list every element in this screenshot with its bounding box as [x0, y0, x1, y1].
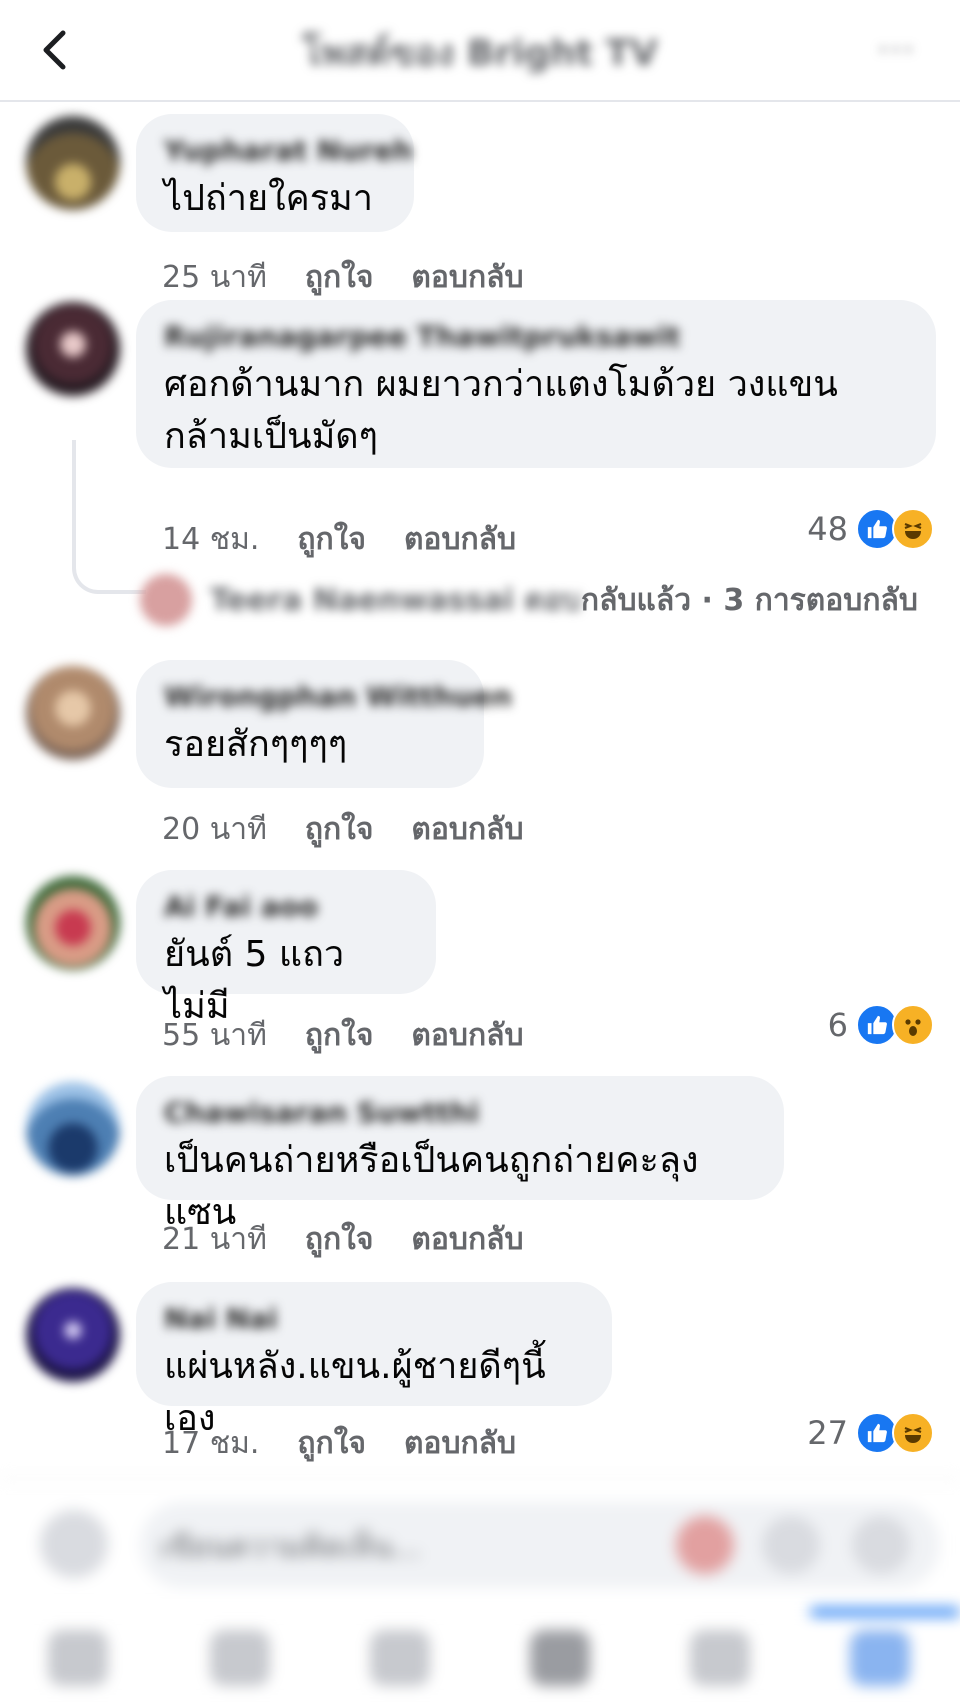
laugh-face-icon [892, 1412, 934, 1454]
reaction-summary[interactable]: 6 [828, 1004, 934, 1046]
reply-button[interactable]: ตอบกลับ [411, 1216, 523, 1263]
laugh-face-icon [892, 508, 934, 550]
marketplace-tab-icon[interactable] [370, 1630, 430, 1686]
reply-button[interactable]: ตอบกลับ [404, 516, 516, 563]
comment-bubble[interactable]: Rujiranagarpee Thawitpruksawit ศอกด้านมา… [136, 300, 936, 468]
reply-avatar [140, 574, 192, 626]
comment-author[interactable]: Rujiranagarpee Thawitpruksawit [164, 320, 908, 353]
reply-author: Teera Naenwassai ตอบ [210, 582, 581, 618]
comment-bubble[interactable]: Nai Nai แผ่นหลัง.แขน.ผู้ชายดีๆนี้เอง [136, 1282, 612, 1439]
comment-time: 17 ชม. [162, 1426, 260, 1461]
comment-bubble[interactable]: Ai Fai aoo ยันต์ 5 แถว ไม่มี [136, 870, 436, 1027]
video-tab-icon[interactable] [210, 1630, 270, 1686]
avatar[interactable] [26, 876, 120, 970]
like-button[interactable]: ถูกใจ [297, 1420, 366, 1467]
comment-author[interactable]: Yupharat Nureh [164, 134, 413, 167]
reaction-count: 6 [827, 1006, 848, 1044]
like-button[interactable]: ถูกใจ [305, 806, 374, 853]
comment-actions: 25 นาที ถูกใจ ตอบกลับ [162, 254, 524, 301]
thread-connector [72, 440, 146, 594]
like-button[interactable]: ถูกใจ [305, 1216, 374, 1263]
reaction-count: 48 [807, 510, 848, 548]
avatar[interactable] [26, 1082, 120, 1176]
comment-time: 14 ชม. [162, 522, 260, 557]
avatar-sticker-icon[interactable] [676, 1516, 734, 1574]
notifications-tab-icon[interactable] [690, 1630, 750, 1686]
comment-time: 25 นาที [162, 260, 267, 295]
comment-author[interactable]: Wirongphan Witthuen [164, 680, 512, 713]
comment-actions: 17 ชม. ถูกใจ ตอบกลับ [162, 1420, 516, 1467]
active-tab-indicator [810, 1608, 960, 1616]
like-button[interactable]: ถูกใจ [305, 254, 374, 301]
more-options-button[interactable]: ··· [878, 30, 916, 70]
reply-button[interactable]: ตอบกลับ [411, 1012, 523, 1059]
home-tab-icon[interactable] [48, 1630, 108, 1686]
comment-text: ศอกด้านมาก ผมยาวกว่าแตงโมด้วย วงแขนกล้าม… [164, 364, 838, 457]
reply-count: กลับแล้ว · 3 การตอบกลับ [580, 582, 918, 618]
reaction-summary[interactable]: 48 [807, 508, 934, 550]
avatar[interactable] [26, 302, 120, 396]
reply-button[interactable]: ตอบกลับ [404, 1420, 516, 1467]
reaction-count: 27 [807, 1414, 848, 1452]
comment-actions: 20 นาที ถูกใจ ตอบกลับ [162, 806, 524, 853]
replies-link[interactable]: Teera Naenwassai ตอบ กลับแล้ว · 3 การตอบ… [140, 574, 918, 626]
comment-time: 20 นาที [162, 812, 267, 847]
comment-author[interactable]: Ai Fai aoo [164, 890, 408, 923]
comment-author[interactable]: Nai Nai [164, 1302, 584, 1335]
menu-tab-icon[interactable] [850, 1630, 910, 1686]
like-button[interactable]: ถูกใจ [297, 516, 366, 563]
top-bar: โพสต์ของ Bright TV ··· [0, 0, 960, 102]
like-button[interactable]: ถูกใจ [305, 1012, 374, 1059]
page-title: โพสต์ของ Bright TV [302, 33, 658, 74]
reply-button[interactable]: ตอบกลับ [411, 806, 523, 853]
reply-button[interactable]: ตอบกลับ [411, 254, 523, 301]
camera-icon[interactable] [40, 1510, 108, 1578]
bottom-tab-bar [0, 1608, 960, 1706]
comment-bubble[interactable]: Wirongphan Witthuen รอยสักๆๆๆๆ [136, 660, 512, 788]
reaction-summary[interactable]: 27 [807, 1412, 934, 1454]
comment-author[interactable]: Chawisaran Suwtthi [164, 1096, 756, 1129]
emoji-icon[interactable] [852, 1516, 910, 1574]
comment-actions: 14 ชม. ถูกใจ ตอบกลับ [162, 516, 516, 563]
comment-actions: 21 นาที ถูกใจ ตอบกลับ [162, 1216, 524, 1263]
comment-bubble[interactable]: Chawisaran Suwtthi เป็นคนถ่ายหรือเป็นคนถ… [136, 1076, 784, 1233]
gif-icon[interactable] [762, 1516, 820, 1574]
comment-time: 55 นาที [162, 1018, 267, 1053]
comment-time: 21 นาที [162, 1222, 267, 1257]
comment-bubble[interactable]: Yupharat Nureh ไปถ่ายใครมา [136, 114, 414, 232]
avatar[interactable] [26, 666, 120, 760]
avatar[interactable] [26, 1288, 120, 1382]
comment-actions: 55 นาที ถูกใจ ตอบกลับ [162, 1012, 524, 1059]
groups-tab-icon[interactable] [530, 1630, 590, 1686]
avatar[interactable] [26, 116, 120, 210]
comment-text: ไปถ่ายใครมา [164, 178, 374, 219]
comment-composer: เขียนความคิดเห็น... [0, 1478, 960, 1610]
comment-text: รอยสักๆๆๆๆ [164, 724, 348, 765]
comment-input-placeholder: เขียนความคิดเห็น... [160, 1530, 422, 1565]
wow-face-icon [892, 1004, 934, 1046]
